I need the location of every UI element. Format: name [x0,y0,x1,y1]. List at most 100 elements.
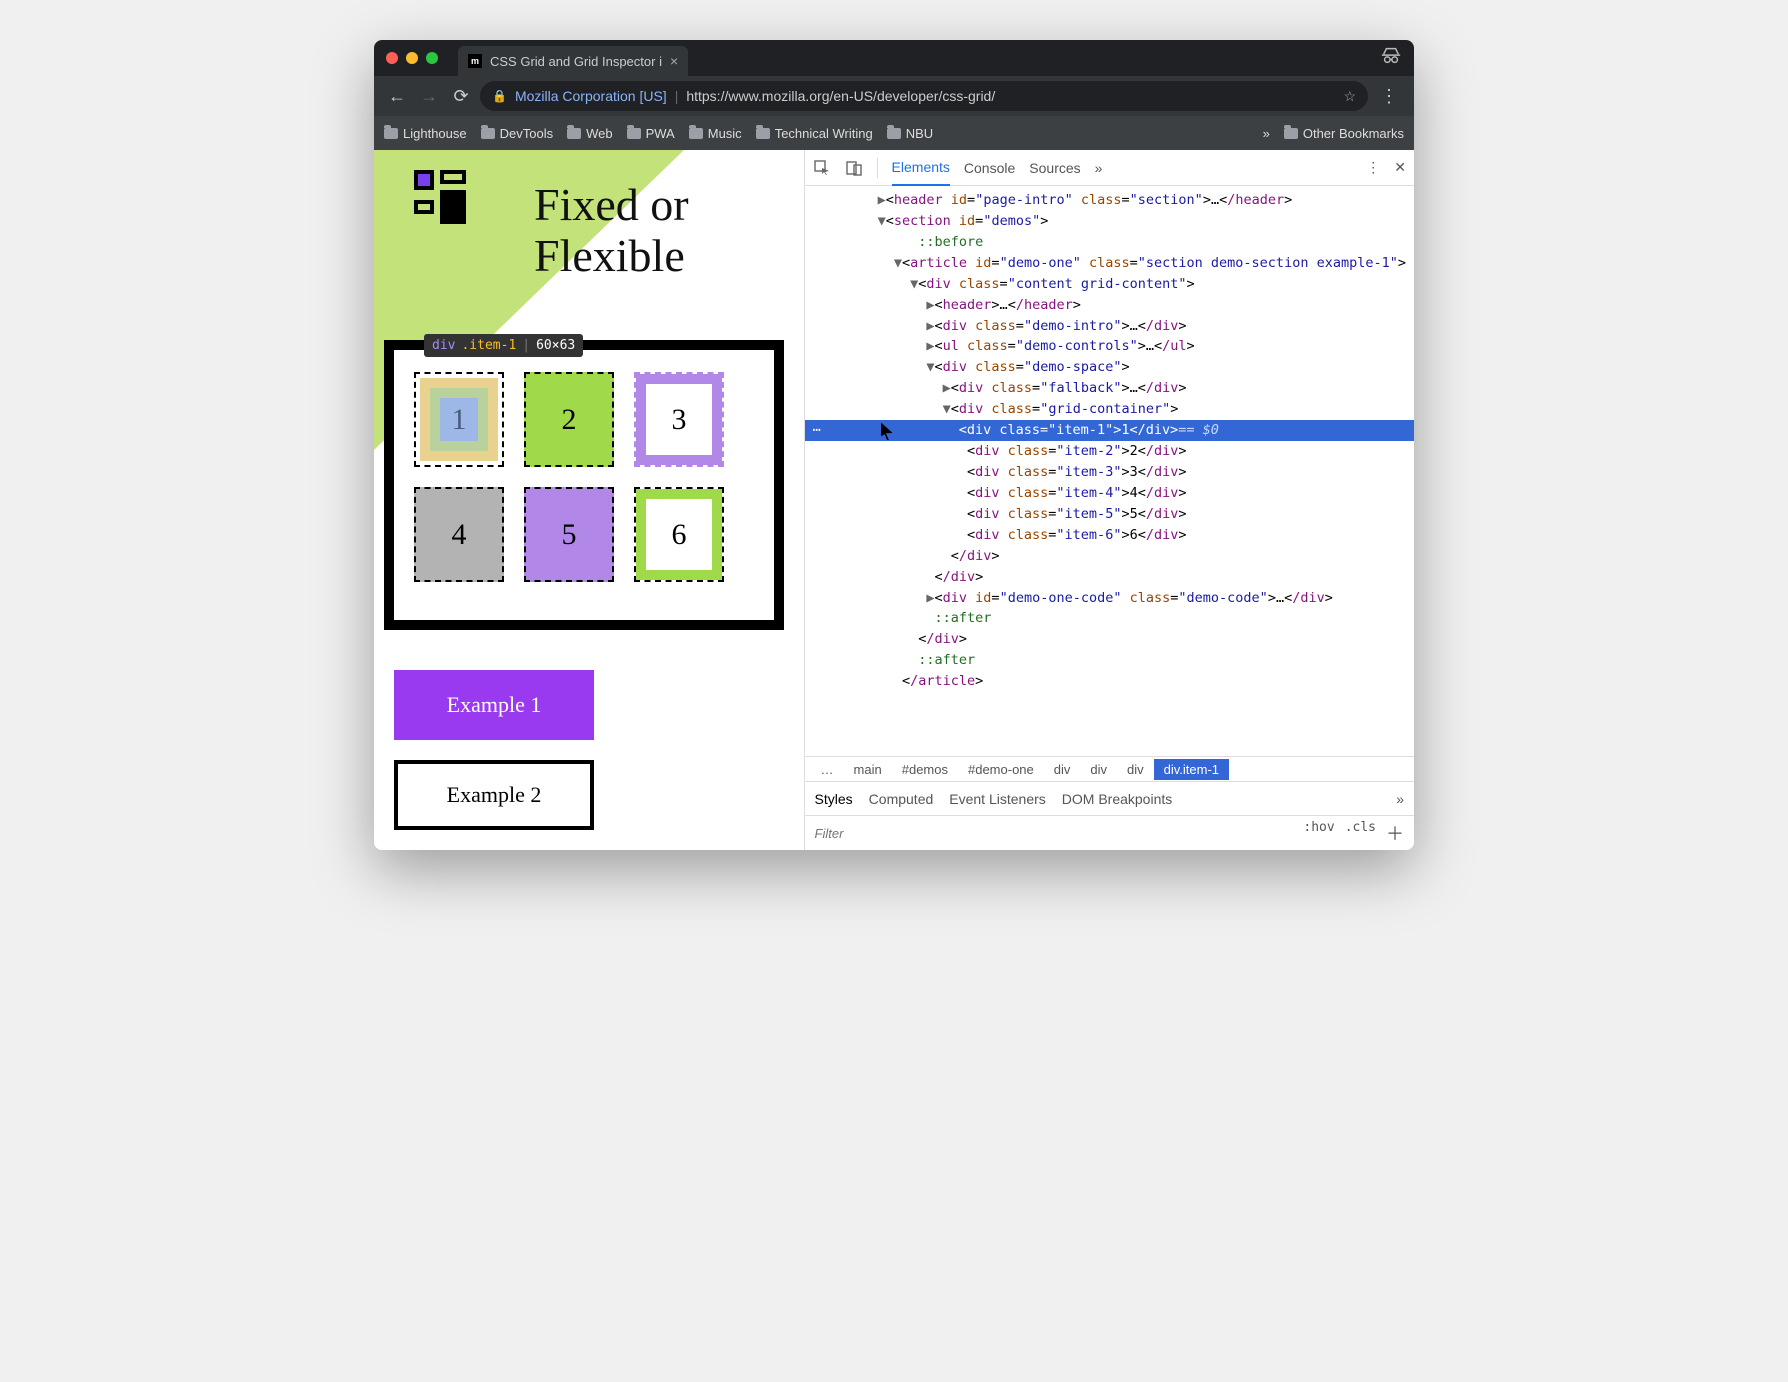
tab-title: CSS Grid and Grid Inspector i [490,54,662,69]
grid-item-label: 5 [562,518,577,552]
bookmark-web[interactable]: Web [567,126,613,141]
browser-tab[interactable]: m CSS Grid and Grid Inspector i × [458,46,688,76]
tooltip-size: 60×63 [536,338,575,353]
dom-line[interactable]: ::before [805,232,1414,253]
maximize-window-button[interactable] [426,52,438,64]
grid-item-5[interactable]: 5 [524,487,614,582]
tooltip-tag: div [432,338,455,353]
dom-line[interactable]: ▼<article id="demo-one" class="section d… [805,253,1414,274]
grid-item-3[interactable]: 3 [634,372,724,467]
example-2-button[interactable]: Example 2 [394,760,594,830]
dom-line[interactable]: </article> [805,671,1414,692]
tab-styles[interactable]: Styles [815,791,853,807]
crumb[interactable]: div [1117,759,1154,780]
tab-elements[interactable]: Elements [892,150,950,186]
bookmark-devtools[interactable]: DevTools [481,126,553,141]
dom-line[interactable]: ▶<div class="fallback">…</div> [805,378,1414,399]
tab-dom-breakpoints[interactable]: DOM Breakpoints [1062,791,1172,807]
bookmark-other[interactable]: Other Bookmarks [1284,126,1404,141]
styles-filter-input[interactable] [815,826,1294,841]
dom-line[interactable]: ▶<header>…</header> [805,295,1414,316]
dom-line[interactable]: <div class="item-2">2</div> [805,441,1414,462]
grid-item-6[interactable]: 6 [634,487,724,582]
address-bar[interactable]: 🔒 Mozilla Corporation [US] | https://www… [480,81,1368,111]
folder-icon [384,128,398,139]
dom-line[interactable]: <div class="item-4">4</div> [805,483,1414,504]
lock-icon: 🔒 [492,89,507,103]
dom-line[interactable]: ▶<header id="page-intro" class="section"… [805,190,1414,211]
dom-line[interactable]: ▼<div class="grid-container"> [805,399,1414,420]
dom-line[interactable]: ▶<ul class="demo-controls">…</ul> [805,336,1414,357]
grid-item-label: 1 [452,403,467,437]
grid-item-label: 2 [562,403,577,437]
crumb-selected[interactable]: div.item-1 [1154,759,1229,780]
crumb[interactable]: … [811,759,844,780]
crumb[interactable]: main [844,759,892,780]
dom-line[interactable]: ▼<div class="demo-space"> [805,357,1414,378]
bookmark-label: Other Bookmarks [1303,126,1404,141]
page-logo [414,170,474,230]
crumb[interactable]: div [1080,759,1117,780]
dom-tree[interactable]: ▶<header id="page-intro" class="section"… [805,186,1414,756]
devtools-toolbar: Elements Console Sources » ⋮ ✕ [805,150,1414,186]
dom-line[interactable]: ▼<section id="demos"> [805,211,1414,232]
folder-icon [756,128,770,139]
cls-toggle[interactable]: .cls [1345,820,1376,846]
devtools-close-icon[interactable]: ✕ [1394,159,1406,176]
folder-icon [481,128,495,139]
bookmark-lighthouse[interactable]: Lighthouse [384,126,467,141]
bookmark-star-icon[interactable]: ☆ [1343,88,1356,105]
tab-console[interactable]: Console [964,160,1015,176]
bookmark-technical-writing[interactable]: Technical Writing [756,126,873,141]
bookmark-nbu[interactable]: NBU [887,126,933,141]
styles-overflow-icon[interactable]: » [1396,791,1404,807]
dom-line[interactable]: <div class="item-6">6</div> [805,525,1414,546]
dom-line[interactable]: </div> [805,567,1414,588]
grid-item-2[interactable]: 2 [524,372,614,467]
tab-event-listeners[interactable]: Event Listeners [949,791,1046,807]
new-style-rule-icon[interactable]: ＋ [1386,820,1404,846]
grid-item-label: 4 [452,518,467,552]
address-org: Mozilla Corporation [US] [515,88,667,104]
dom-line[interactable]: <div class="item-3">3</div> [805,462,1414,483]
dom-line[interactable]: ▼<div class="content grid-content"> [805,274,1414,295]
bookmarks-overflow-icon[interactable]: » [1263,126,1270,141]
example-label: Example 2 [447,782,542,808]
inspect-icon[interactable] [813,159,831,177]
dom-line[interactable]: <div class="item-5">5</div> [805,504,1414,525]
minimize-window-button[interactable] [406,52,418,64]
device-toggle-icon[interactable] [845,159,863,177]
crumb[interactable]: div [1044,759,1081,780]
dom-line[interactable]: </div> [805,629,1414,650]
tab-sources[interactable]: Sources [1029,160,1080,176]
bookmark-pwa[interactable]: PWA [627,126,675,141]
dom-line[interactable]: ▶<div id="demo-one-code" class="demo-cod… [805,588,1414,609]
crumb[interactable]: #demo-one [958,759,1044,780]
bookmark-label: DevTools [500,126,553,141]
forward-button[interactable]: → [416,86,442,107]
reload-button[interactable]: ⟳ [448,86,474,107]
close-tab-icon[interactable]: × [670,53,678,69]
element-tooltip: div.item-1 | 60×63 [424,334,583,357]
bookmark-label: PWA [646,126,675,141]
crumb[interactable]: #demos [892,759,958,780]
dom-line[interactable]: </div> [805,546,1414,567]
back-button[interactable]: ← [384,86,410,107]
dom-line-selected[interactable]: ⋯ <div class="item-1">1</div> == $0 [805,420,1414,441]
devtools-menu-icon[interactable]: ⋮ [1366,159,1380,176]
grid-item-4[interactable]: 4 [414,487,504,582]
hov-toggle[interactable]: :hov [1303,820,1334,846]
example-1-button[interactable]: Example 1 [394,670,594,740]
dom-line[interactable]: ::after [805,608,1414,629]
tab-computed[interactable]: Computed [869,791,934,807]
address-separator: | [675,88,679,104]
grid-demo: 1 2 3 4 5 6 [394,350,774,604]
grid-item-1[interactable]: 1 [414,372,504,467]
dom-line[interactable]: ▶<div class="demo-intro">…</div> [805,316,1414,337]
bookmark-label: Technical Writing [775,126,873,141]
tabs-overflow-icon[interactable]: » [1095,160,1103,176]
browser-menu-button[interactable]: ⋮ [1374,86,1404,107]
close-window-button[interactable] [386,52,398,64]
bookmark-music[interactable]: Music [689,126,742,141]
dom-line[interactable]: ::after [805,650,1414,671]
